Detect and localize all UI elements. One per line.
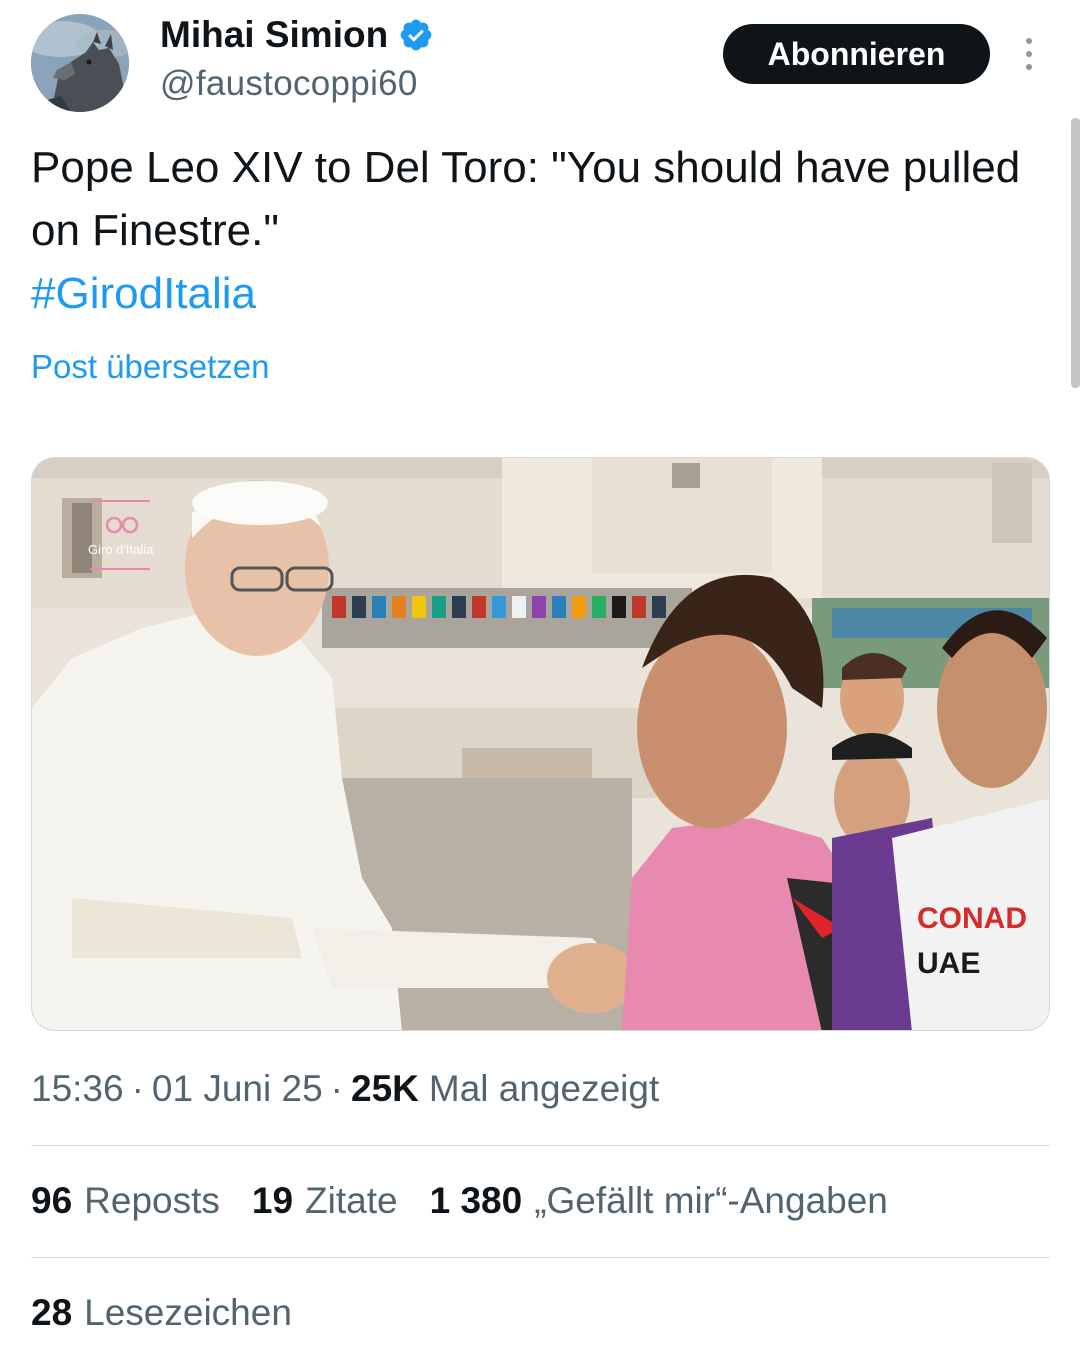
tweet-media-image[interactable]: CONAD UAE Giro d'Italia <box>31 457 1050 1031</box>
hashtag-link[interactable]: #GirodItalia <box>31 262 1041 325</box>
likes-count: 1 380 <box>429 1180 523 1221</box>
likes-stat[interactable]: 1 380 „Gefällt mir“-Angaben <box>430 1180 888 1222</box>
post-time[interactable]: 15:36 <box>31 1068 124 1110</box>
verified-badge-icon <box>400 19 432 51</box>
separator: · <box>131 1068 144 1109</box>
giro-logo-text: Giro d'Italia <box>88 542 154 557</box>
reposts-label: Reposts <box>84 1180 220 1221</box>
author-display-name[interactable]: Mihai Simion <box>160 14 388 56</box>
follow-button[interactable]: Abonnieren <box>723 24 990 84</box>
separator: · <box>330 1068 343 1109</box>
scrollbar[interactable] <box>1071 118 1080 388</box>
author-name-row[interactable]: Mihai Simion <box>160 14 434 56</box>
more-vertical-icon[interactable] <box>1014 34 1044 74</box>
tweet-detail: Mihai Simion @faustocoppi60 Abonnieren P… <box>0 0 1080 1364</box>
quotes-count: 19 <box>251 1180 294 1221</box>
divider <box>31 1257 1050 1258</box>
bookmarks-label: Lesezeichen <box>84 1292 292 1333</box>
reposts-count: 96 <box>31 1180 73 1221</box>
post-date[interactable]: 01 Juni 25 <box>152 1068 323 1110</box>
photo-illustration: CONAD UAE Giro d'Italia <box>32 458 1049 1030</box>
bookmarks-count: 28 <box>31 1292 73 1333</box>
tweet-metadata: 15:36 · 01 Juni 25 · 25K Mal angezeigt <box>31 1068 659 1110</box>
bookmarks-stat[interactable]: 28 Lesezeichen <box>31 1292 292 1334</box>
quotes-stat[interactable]: 19 Zitate <box>252 1180 398 1222</box>
likes-label: „Gefällt mir“-Angaben <box>534 1180 888 1221</box>
author-handle[interactable]: @faustocoppi60 <box>160 64 418 104</box>
reposts-stat[interactable]: 96 Reposts <box>31 1180 220 1222</box>
translate-post-link[interactable]: Post übersetzen <box>31 348 269 386</box>
quotes-label: Zitate <box>305 1180 398 1221</box>
tweet-body: Pope Leo XIV to Del Toro: "You should ha… <box>31 143 1021 255</box>
tweet-text: Pope Leo XIV to Del Toro: "You should ha… <box>31 136 1041 325</box>
engagement-stats: 96 Reposts 19 Zitate 1 380 „Gefällt mir“… <box>31 1180 888 1222</box>
divider <box>31 1145 1050 1146</box>
jersey-text-uae: UAE <box>917 947 980 980</box>
jersey-text-conad: CONAD <box>917 902 1027 935</box>
wolf-avatar-icon <box>31 14 129 112</box>
views-label: Mal angezeigt <box>428 1068 660 1109</box>
views-count: 25K <box>351 1068 419 1109</box>
avatar[interactable] <box>31 14 129 112</box>
